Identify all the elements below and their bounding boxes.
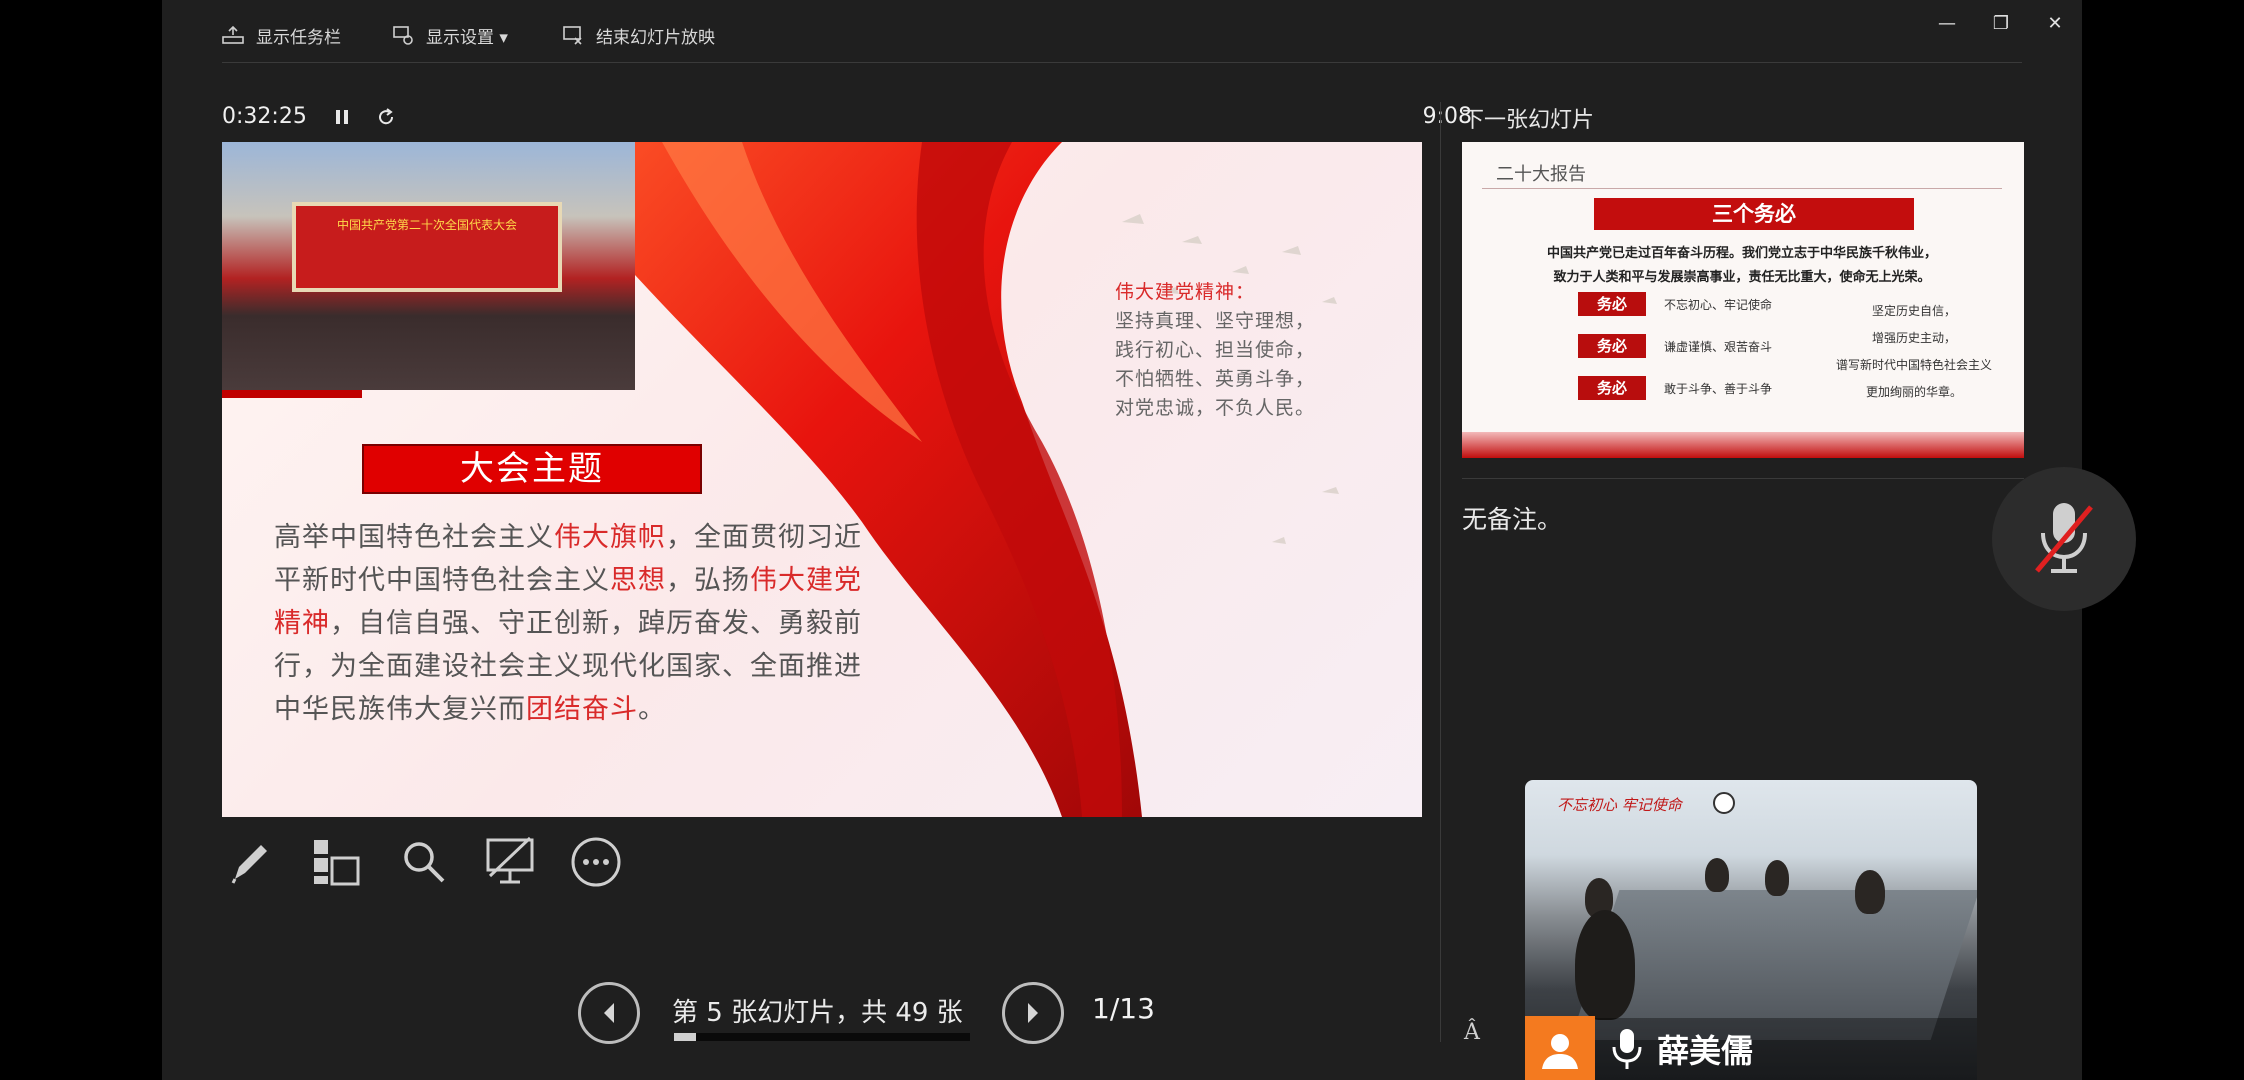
mic-muted-icon [2035, 503, 2093, 573]
show-taskbar-label: 显示任务栏 [256, 27, 341, 48]
magnifier-icon [404, 842, 445, 883]
see-all-slides-button[interactable] [306, 832, 366, 892]
previous-slide-button[interactable] [578, 982, 640, 1044]
hall-banner: 中国共产党第二十次全国代表大会 [292, 202, 562, 292]
more-options-button[interactable] [566, 832, 626, 892]
theme-highlight: 思想 [610, 565, 666, 596]
end-slideshow-label: 结束幻灯片放映 [596, 27, 715, 48]
mute-mic-button[interactable] [1992, 467, 2136, 611]
next-slide-tag: 务必 [1578, 376, 1646, 400]
pane-divider[interactable] [1440, 102, 1441, 1042]
page-indicator: 1/13 [1092, 992, 1155, 1025]
next-slide-title: 三个务必 [1594, 198, 1914, 230]
next-slide-right-line: 坚定历史自信， [1871, 304, 1956, 318]
end-slideshow-icon [563, 26, 582, 45]
window-controls: — ❐ ✕ [1920, 6, 2082, 40]
video-tile[interactable]: 不忘初心 牢记使命 薛美儒 [1525, 780, 1977, 1080]
end-slideshow-button[interactable]: 结束幻灯片放映 [562, 20, 715, 50]
spirit-line: 坚持真理、坚守理想， [1115, 310, 1316, 332]
next-slide-header-rule [1482, 188, 2002, 189]
presenter-view: 显示任务栏 显示设置 ▾ 结束幻灯片放映 — ❐ ✕ 0:32:25 9:08 [162, 0, 2136, 1080]
wall-slogan: 不忘初心 牢记使命 [1557, 796, 1682, 814]
participant-name: 薛美儒 [1657, 1032, 1754, 1070]
user-icon [1542, 1034, 1578, 1069]
microphone-icon [1612, 1029, 1642, 1069]
pen-icon [231, 845, 267, 884]
next-slide-right-line: 增强历史主动， [1871, 331, 1956, 345]
next-slide-tag: 务必 [1578, 334, 1646, 358]
photo-accent-stripe [222, 390, 362, 398]
next-slide-item: 不忘初心、牢记使命 [1664, 298, 1773, 312]
current-clock: 9:08 [1422, 104, 1472, 129]
black-screen-icon [486, 836, 534, 884]
all-slides-icon [314, 840, 360, 886]
slide-progress-bar [674, 1033, 970, 1041]
black-screen-button[interactable] [480, 832, 540, 892]
wall-clock-graphic [1713, 792, 1735, 814]
next-slide-right-line: 更加绚丽的华章。 [1865, 385, 1962, 399]
participant-figure [1575, 910, 1635, 1020]
display-settings-button[interactable]: 显示设置 ▾ [392, 20, 508, 50]
next-slide-button[interactable] [1002, 982, 1064, 1044]
slide-progress-fill [674, 1033, 697, 1041]
close-icon[interactable]: ✕ [2028, 6, 2082, 40]
theme-highlight: 伟大旗帜 [554, 522, 666, 553]
avatar [1525, 1016, 1595, 1080]
congress-hall-photo: 中国共产党第二十次全国代表大会 [222, 142, 635, 390]
theme-text: ，弘扬 [666, 565, 750, 596]
spirit-line: 不怕牺牲、英勇斗争， [1115, 368, 1316, 390]
theme-title: 大会主题 [362, 444, 702, 494]
next-slide-preview[interactable]: 二十大报告 三个务必 中国共产党已走过百年奋斗历程。我们党立志于中华民族千秋伟业… [1462, 142, 2024, 458]
next-slide-right-line: 谱写新时代中国特色社会主义 [1835, 358, 1992, 372]
chevron-left-icon [604, 1003, 614, 1023]
spirit-line: 践行初心、担当使命， [1115, 339, 1316, 361]
participant-bar: 薛美儒 [1525, 1016, 1977, 1080]
participant-figure [1765, 860, 1789, 896]
minimize-icon[interactable]: — [1920, 6, 1974, 40]
chevron-right-icon [1028, 1003, 1038, 1023]
next-slide-item: 敢于斗争、善于斗争 [1664, 382, 1773, 396]
next-slide-line1: 中国共产党已走过百年奋斗历程。我们党立志于中华民族千秋伟业， [1546, 246, 1937, 261]
theme-text: 高举中国特色社会主义 [274, 522, 554, 553]
taskbar-icon [222, 26, 244, 44]
zoom-button[interactable] [394, 832, 454, 892]
more-icon [571, 837, 621, 887]
display-settings-label: 显示设置 ▾ [426, 27, 508, 48]
timer-group: 0:32:25 [222, 104, 395, 129]
theme-paragraph: 高举中国特色社会主义伟大旗帜，全面贯彻习近平新时代中国特色社会主义思想，弘扬伟大… [274, 516, 874, 731]
notes-divider [1462, 478, 2024, 479]
participant-figure [1705, 858, 1729, 892]
font-size-icon[interactable]: Â [1464, 1020, 1480, 1045]
slide-counter: 第 5 张幻灯片，共 49 张 [672, 998, 963, 1028]
spirit-title: 伟大建党精神： [1115, 281, 1256, 303]
show-taskbar-button[interactable]: 显示任务栏 [222, 20, 341, 50]
theme-highlight: 团结奋斗 [526, 694, 638, 725]
participant-figure [1855, 870, 1885, 914]
display-settings-icon [393, 26, 413, 45]
spirit-line: 对党忠诚，不负人民。 [1115, 397, 1316, 419]
next-slide-right-text: 坚定历史自信， 增强历史主动， 谱写新时代中国特色社会主义 更加绚丽的华章。 [1814, 298, 2014, 406]
next-slide-item: 谦虚谨慎、艰苦奋斗 [1664, 340, 1773, 354]
theme-text: 。 [638, 694, 666, 725]
hall-banner-text: 中国共产党第二十次全国代表大会 [336, 218, 517, 232]
party-spirit-block: 伟大建党精神： 坚持真理、坚守理想， 践行初心、担当使命， 不怕牺牲、英勇斗争，… [1115, 278, 1325, 423]
next-slide-footer [1462, 432, 2024, 458]
next-slide-header: 二十大报告 [1496, 164, 1586, 185]
speaker-notes[interactable]: 无备注。 [1462, 500, 1562, 536]
next-slide-line2: 致力于人类和平与发展崇高事业，责任无比重大，使命无上光荣。 [1553, 270, 1931, 285]
pause-timer-icon[interactable] [335, 109, 349, 125]
restart-timer-icon[interactable] [377, 107, 395, 126]
elapsed-time: 0:32:25 [222, 104, 307, 129]
pen-tool-button[interactable] [220, 832, 280, 892]
current-slide[interactable]: 中国共产党第二十次全国代表大会 大会主题 高举中国特色社会主义伟大旗帜，全面贯彻… [222, 142, 1422, 817]
restore-icon[interactable]: ❐ [1974, 6, 2028, 40]
next-slide-tag: 务必 [1578, 292, 1646, 316]
top-divider [222, 62, 2022, 63]
next-slide-label: 下一张幻灯片 [1462, 108, 1595, 133]
